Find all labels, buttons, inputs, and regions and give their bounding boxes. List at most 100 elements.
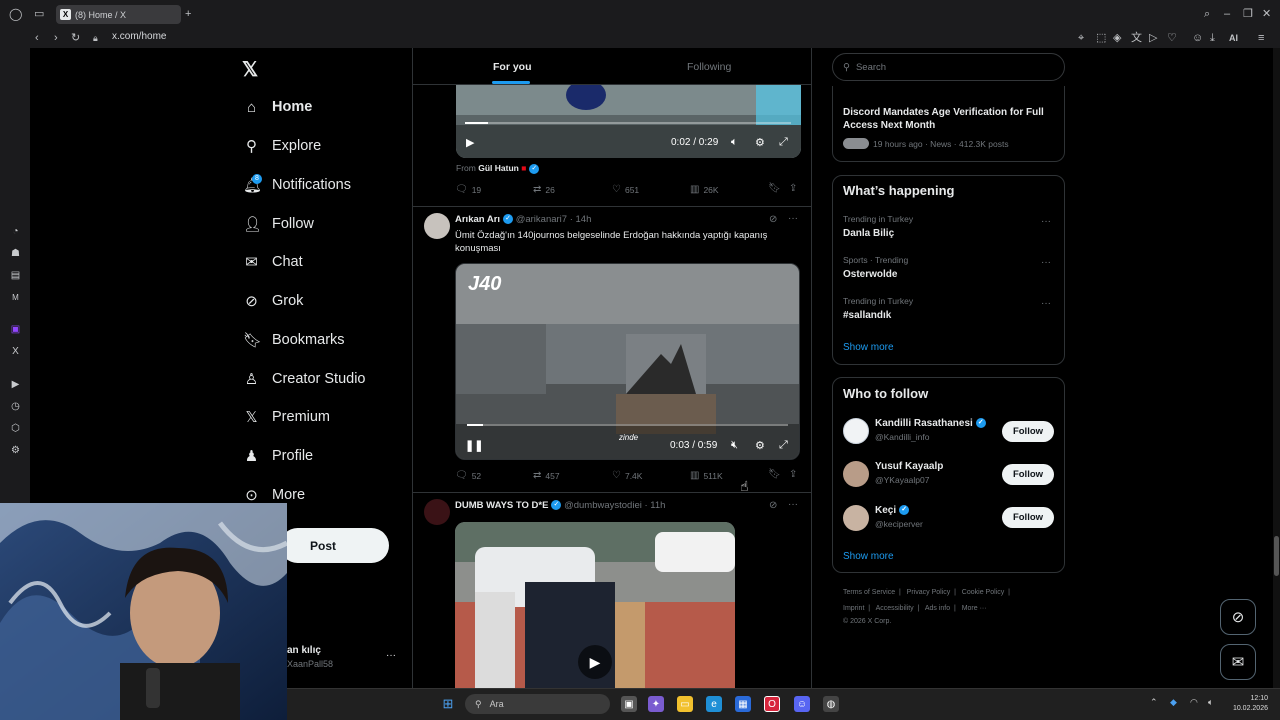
- forward-icon[interactable]: ›: [54, 31, 58, 45]
- page-scrollbar[interactable]: [1273, 48, 1280, 688]
- post2-reply-button[interactable]: 🗨︎ 52: [455, 470, 481, 481]
- copilot-icon[interactable]: ✦: [648, 696, 664, 712]
- footer-link[interactable]: Imprint: [843, 605, 864, 612]
- settings-sidebar-icon[interactable]: ⚙: [9, 444, 22, 457]
- robot-icon[interactable]: ☗: [9, 247, 22, 260]
- news-title[interactable]: Discord Mandates Age Verification for Fu…: [843, 106, 1055, 132]
- grok-fab-icon[interactable]: ⊘: [1220, 599, 1256, 635]
- taskbar-clock[interactable]: 12:10 10.02.2026: [1224, 694, 1268, 714]
- post2-more-icon[interactable]: ···: [788, 213, 798, 224]
- footer-link[interactable]: Privacy Policy: [907, 589, 951, 596]
- nav-grok[interactable]: ⊘ Grok: [243, 288, 303, 314]
- wtf-show-more-link[interactable]: Show more: [843, 551, 894, 562]
- wtf-user[interactable]: Kandilli Rasathanesi ✓ @Kandilli_info: [875, 418, 986, 442]
- new-tab-icon[interactable]: +: [185, 7, 191, 21]
- wifi-icon[interactable]: ◠: [1190, 697, 1198, 708]
- back-icon[interactable]: ‹: [35, 31, 39, 45]
- nav-home[interactable]: ⌂ Home: [243, 94, 312, 120]
- twitch-icon[interactable]: ▣: [9, 323, 22, 336]
- messages-fab-icon[interactable]: ✉: [1220, 644, 1256, 680]
- edge-icon[interactable]: e: [706, 696, 722, 712]
- wtf-avatar[interactable]: [843, 418, 869, 444]
- wtf-user[interactable]: Yusuf Kayaalp @YKayaalp07: [875, 461, 943, 485]
- footer-link[interactable]: Accessibility: [876, 605, 914, 612]
- nav-profile[interactable]: ♟ Profile: [243, 443, 313, 469]
- history-icon[interactable]: ◷: [9, 400, 22, 413]
- post1-views-button[interactable]: ▥ 26K: [690, 184, 719, 195]
- minimize-icon[interactable]: –: [1224, 7, 1230, 21]
- post3-time[interactable]: 11h: [650, 500, 665, 511]
- windows-start-icon[interactable]: ⊞: [440, 696, 456, 712]
- grok-explain-icon[interactable]: ⊘: [769, 214, 777, 225]
- fullscreen-icon[interactable]: ⤢: [779, 136, 788, 149]
- post-button[interactable]: Post: [280, 528, 389, 563]
- post2-time[interactable]: 14h: [576, 214, 592, 225]
- discord-icon[interactable]: ☺: [794, 696, 810, 712]
- footer-link[interactable]: Ads info: [925, 605, 950, 612]
- post2-author[interactable]: Arıkan Arı: [455, 214, 500, 225]
- play-button-icon[interactable]: ▶: [578, 645, 612, 679]
- player-icon[interactable]: ▷: [1149, 31, 1157, 45]
- nav-bookmarks[interactable]: 🔖︎ Bookmarks: [243, 327, 345, 353]
- nav-follow[interactable]: 👤︎ Follow: [243, 211, 314, 237]
- post1-like-button[interactable]: ♡ 651: [612, 184, 639, 195]
- post2-progress-track[interactable]: [467, 424, 788, 426]
- from-name[interactable]: Gül Hatun: [478, 163, 519, 173]
- post2-bookmark-icon[interactable]: 🔖︎: [768, 469, 781, 480]
- post2-views-button[interactable]: ▥ 511K: [690, 470, 723, 481]
- post3-handle[interactable]: @dumbwaystodiei: [564, 500, 642, 511]
- reload-icon[interactable]: ↻: [71, 31, 80, 45]
- messenger-icon[interactable]: M: [9, 291, 22, 304]
- opera-icon[interactable]: O: [764, 696, 780, 712]
- post1-repost-button[interactable]: ⇄ 26: [533, 184, 555, 195]
- trend-more-icon[interactable]: ···: [1041, 257, 1051, 268]
- post2-avatar[interactable]: [424, 213, 450, 239]
- wtf-avatar[interactable]: [843, 505, 869, 531]
- nav-chat[interactable]: ✉ Chat: [243, 249, 302, 275]
- footer-link[interactable]: Cookie Policy: [962, 589, 1004, 596]
- trend-item[interactable]: Trending in Turkey #sallandık: [843, 296, 913, 321]
- trend-item[interactable]: Trending in Turkey Danla Biliç: [843, 214, 913, 239]
- post2-video[interactable]: [455, 263, 800, 460]
- browser-tab[interactable]: X (8) Home / X: [56, 5, 181, 24]
- trend-more-icon[interactable]: ···: [1041, 216, 1051, 227]
- mute-icon[interactable]: 🔇︎: [731, 439, 738, 452]
- url-field[interactable]: x.com/home: [112, 31, 166, 42]
- wtf-user[interactable]: Keçi ✓ @keciperver: [875, 505, 923, 529]
- close-window-icon[interactable]: ✕: [1262, 7, 1271, 21]
- wallet-icon[interactable]: ▤: [9, 269, 22, 282]
- tab-following[interactable]: Following: [687, 61, 731, 73]
- pause-icon[interactable]: ❚❚: [465, 439, 483, 452]
- speed-dial-icon[interactable]: ◔: [9, 225, 22, 238]
- workspaces-icon[interactable]: ▭: [34, 7, 44, 21]
- task-view-icon[interactable]: ▣: [621, 696, 637, 712]
- maximize-icon[interactable]: ❐: [1243, 7, 1253, 21]
- file-explorer-icon[interactable]: ▭: [677, 696, 693, 712]
- settings-icon[interactable]: ⚙: [755, 439, 765, 452]
- grok-explain-icon[interactable]: ⊘: [769, 500, 777, 511]
- app-icon[interactable]: ◍: [823, 696, 839, 712]
- taskbar-search[interactable]: ⚲ Ara: [465, 694, 610, 714]
- post3-avatar[interactable]: [424, 499, 450, 525]
- nav-premium[interactable]: 𝕏 Premium: [243, 404, 330, 430]
- tab-for-you[interactable]: For you: [493, 61, 532, 73]
- trend-item[interactable]: Sports · Trending Osterwolde: [843, 255, 908, 280]
- opera-logo-icon[interactable]: ◯: [9, 7, 22, 21]
- speaker-icon[interactable]: 🔈︎: [1208, 697, 1213, 708]
- settings-icon[interactable]: ⚙: [755, 136, 765, 149]
- x-sidebar-icon[interactable]: X: [9, 345, 22, 358]
- store-icon[interactable]: ▦: [735, 696, 751, 712]
- player-sidebar-icon[interactable]: ▶: [9, 378, 22, 391]
- wtf-avatar[interactable]: [843, 461, 869, 487]
- shield-icon[interactable]: ◈: [1113, 31, 1121, 45]
- post1-share-icon[interactable]: ⇪: [789, 183, 797, 194]
- menu-icon[interactable]: ≡: [1258, 31, 1264, 45]
- post2-repost-button[interactable]: ⇄ 457: [533, 470, 560, 481]
- pin-icon[interactable]: ⌖: [1078, 31, 1084, 45]
- trend-more-icon[interactable]: ···: [1041, 298, 1051, 309]
- download-icon[interactable]: ⤓: [1210, 31, 1215, 45]
- aria-ai-button[interactable]: AI: [1229, 31, 1238, 45]
- account-more-icon[interactable]: ···: [386, 650, 396, 661]
- post1-reply-button[interactable]: 🗨︎ 19: [455, 184, 481, 195]
- post2-like-button[interactable]: ♡ 7.4K: [612, 470, 642, 481]
